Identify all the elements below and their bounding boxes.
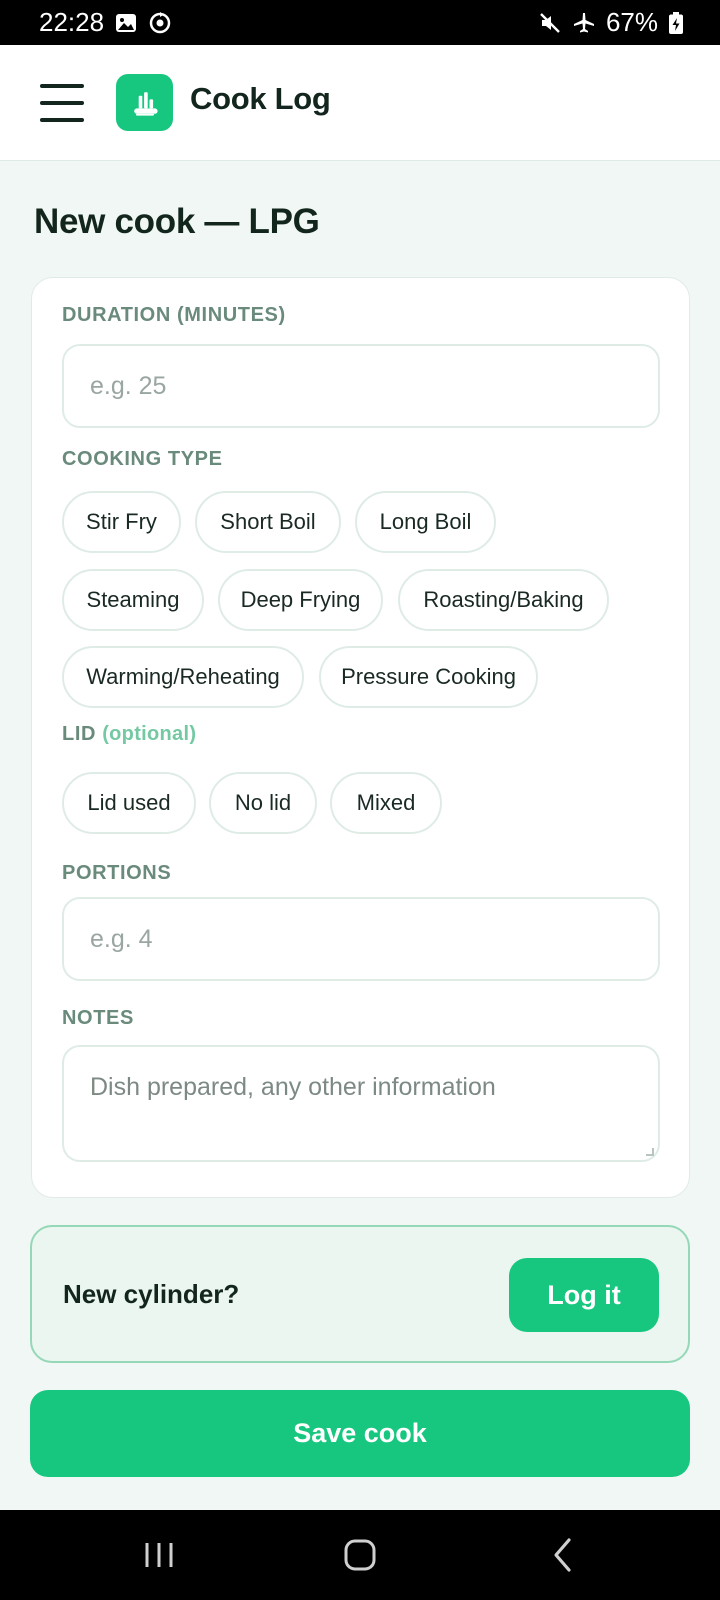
new-cook-form-card: DURATION (MINUTES) e.g. 25 COOKING TYPE … xyxy=(31,277,690,1198)
chip-roasting-baking[interactable]: Roasting/Baking xyxy=(398,569,609,631)
lid-label: LID (optional) xyxy=(62,723,196,746)
save-cook-button[interactable]: Save cook xyxy=(30,1390,690,1477)
notes-textarea[interactable]: Dish prepared, any other information xyxy=(62,1045,660,1162)
home-icon[interactable] xyxy=(340,1535,380,1575)
hamburger-menu-icon[interactable] xyxy=(40,84,84,122)
back-icon[interactable] xyxy=(543,1535,583,1575)
lid-label-text: LID xyxy=(62,723,97,745)
chip-lid-used[interactable]: Lid used xyxy=(62,772,196,834)
page-title: New cook — LPG xyxy=(34,202,320,241)
lid-optional-tag: (optional) xyxy=(102,723,197,745)
battery-charging-icon xyxy=(668,11,684,35)
chip-stir-fry[interactable]: Stir Fry xyxy=(62,491,181,553)
resize-grip-icon[interactable] xyxy=(646,1148,654,1156)
recents-icon[interactable] xyxy=(139,1535,179,1575)
log-cylinder-button[interactable]: Log it xyxy=(509,1258,659,1332)
airplane-mode-icon xyxy=(572,11,596,35)
portions-label: PORTIONS xyxy=(62,862,172,884)
status-time: 22:28 xyxy=(39,7,105,37)
cooking-type-label: COOKING TYPE xyxy=(62,448,223,470)
chip-deep-frying[interactable]: Deep Frying xyxy=(218,569,383,631)
chip-mixed[interactable]: Mixed xyxy=(330,772,442,834)
status-left: 22:28 xyxy=(39,7,172,38)
chip-short-boil[interactable]: Short Boil xyxy=(195,491,341,553)
chip-no-lid[interactable]: No lid xyxy=(209,772,317,834)
app-title: Cook Log xyxy=(190,81,331,116)
chip-pressure-cooking[interactable]: Pressure Cooking xyxy=(319,646,538,708)
sync-icon xyxy=(148,11,172,35)
battery-percent: 67% xyxy=(605,7,658,37)
new-cylinder-panel: New cylinder? Log it xyxy=(30,1225,690,1363)
chip-long-boil[interactable]: Long Boil xyxy=(355,491,496,553)
status-bar: 22:28 67% xyxy=(0,0,720,45)
app-header: Cook Log xyxy=(0,45,720,161)
new-cylinder-question: New cylinder? xyxy=(63,1279,240,1309)
image-icon xyxy=(114,11,138,35)
mute-icon xyxy=(538,11,562,35)
status-right: 67% xyxy=(538,7,684,38)
cook-log-logo-icon xyxy=(116,74,173,131)
system-nav-bar xyxy=(0,1510,720,1600)
duration-label: DURATION (MINUTES) xyxy=(62,304,286,326)
notes-label: NOTES xyxy=(62,1007,134,1029)
portions-input[interactable]: e.g. 4 xyxy=(62,897,660,981)
chip-steaming[interactable]: Steaming xyxy=(62,569,204,631)
chip-warming-reheating[interactable]: Warming/Reheating xyxy=(62,646,304,708)
duration-input[interactable]: e.g. 25 xyxy=(62,344,660,428)
notes-placeholder: Dish prepared, any other information xyxy=(90,1073,496,1101)
